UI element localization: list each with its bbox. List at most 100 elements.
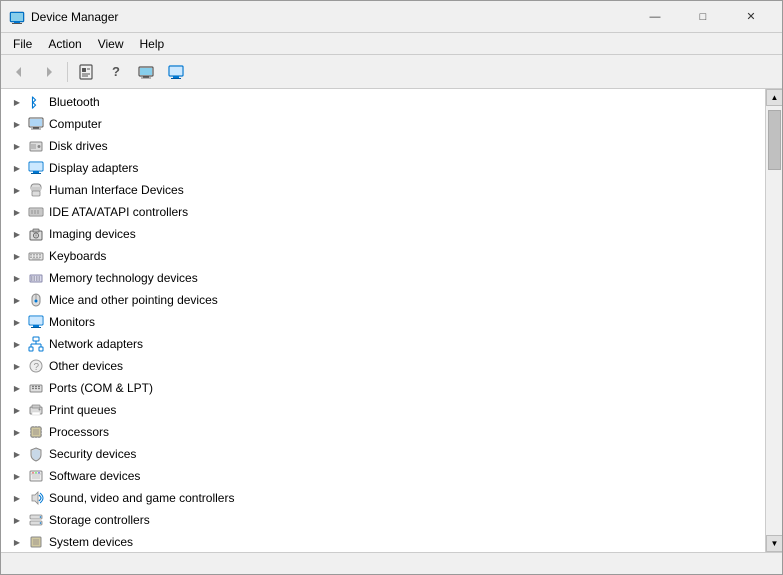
toggle-storage[interactable] bbox=[9, 512, 25, 528]
toggle-ports[interactable] bbox=[9, 380, 25, 396]
devmgr-icon bbox=[138, 64, 154, 80]
toggle-bluetooth[interactable] bbox=[9, 94, 25, 110]
ports-icon bbox=[27, 380, 45, 396]
security-icon bbox=[27, 446, 45, 462]
toggle-system[interactable] bbox=[9, 534, 25, 550]
toolbar: ? bbox=[1, 55, 782, 89]
toggle-network[interactable] bbox=[9, 336, 25, 352]
device-tree[interactable]: ᛒ Bluetooth Computer Disk drives bbox=[1, 89, 765, 552]
tree-item-keyboards[interactable]: Keyboards bbox=[1, 245, 765, 267]
tree-item-network[interactable]: Network adapters bbox=[1, 333, 765, 355]
other-label: Other devices bbox=[49, 359, 123, 373]
tree-item-hid[interactable]: Human Interface Devices bbox=[1, 179, 765, 201]
sound-label: Sound, video and game controllers bbox=[49, 491, 234, 505]
tree-item-sound[interactable]: Sound, video and game controllers bbox=[1, 487, 765, 509]
tree-item-computer[interactable]: Computer bbox=[1, 113, 765, 135]
toggle-display[interactable] bbox=[9, 160, 25, 176]
vertical-scrollbar[interactable]: ▲ ▼ bbox=[765, 89, 782, 552]
toggle-memory[interactable] bbox=[9, 270, 25, 286]
content-area: ᛒ Bluetooth Computer Disk drives bbox=[1, 89, 782, 552]
devmgr-button[interactable] bbox=[132, 59, 160, 85]
toggle-other[interactable] bbox=[9, 358, 25, 374]
security-label: Security devices bbox=[49, 447, 136, 461]
toggle-monitors[interactable] bbox=[9, 314, 25, 330]
tree-item-other[interactable]: ? Other devices bbox=[1, 355, 765, 377]
processors-label: Processors bbox=[49, 425, 109, 439]
toggle-disk[interactable] bbox=[9, 138, 25, 154]
minimize-button[interactable]: — bbox=[632, 4, 678, 30]
hid-label: Human Interface Devices bbox=[49, 183, 184, 197]
scroll-track[interactable] bbox=[766, 106, 782, 535]
help-button[interactable]: ? bbox=[102, 59, 130, 85]
tree-item-mice[interactable]: Mice and other pointing devices bbox=[1, 289, 765, 311]
tree-item-processors[interactable]: Processors bbox=[1, 421, 765, 443]
back-button[interactable] bbox=[5, 59, 33, 85]
scroll-up-button[interactable]: ▲ bbox=[766, 89, 782, 106]
software-icon bbox=[27, 468, 45, 484]
disk-icon bbox=[27, 138, 45, 154]
monitor-button[interactable] bbox=[162, 59, 190, 85]
properties-icon bbox=[78, 64, 94, 80]
toggle-security[interactable] bbox=[9, 446, 25, 462]
tree-item-bluetooth[interactable]: ᛒ Bluetooth bbox=[1, 91, 765, 113]
tree-item-imaging[interactable]: Imaging devices bbox=[1, 223, 765, 245]
toggle-software[interactable] bbox=[9, 468, 25, 484]
toggle-ide[interactable] bbox=[9, 204, 25, 220]
toggle-print[interactable] bbox=[9, 402, 25, 418]
menu-bar: File Action View Help bbox=[1, 33, 782, 55]
svg-text:?: ? bbox=[34, 362, 40, 373]
tree-item-memory[interactable]: Memory technology devices bbox=[1, 267, 765, 289]
forward-button[interactable] bbox=[35, 59, 63, 85]
toggle-mice[interactable] bbox=[9, 292, 25, 308]
menu-view[interactable]: View bbox=[90, 35, 132, 53]
bluetooth-icon: ᛒ bbox=[27, 94, 45, 110]
tree-item-ide[interactable]: IDE ATA/ATAPI controllers bbox=[1, 201, 765, 223]
tree-item-disk[interactable]: Disk drives bbox=[1, 135, 765, 157]
toggle-computer[interactable] bbox=[9, 116, 25, 132]
maximize-button[interactable]: □ bbox=[680, 4, 726, 30]
keyboard-icon bbox=[27, 248, 45, 264]
status-bar bbox=[1, 552, 782, 574]
system-icon bbox=[27, 534, 45, 550]
toggle-imaging[interactable] bbox=[9, 226, 25, 242]
toggle-hid[interactable] bbox=[9, 182, 25, 198]
device-manager-window: Device Manager — □ ✕ File Action View He… bbox=[0, 0, 783, 575]
scroll-down-button[interactable]: ▼ bbox=[766, 535, 782, 552]
hid-icon bbox=[27, 182, 45, 198]
toggle-sound[interactable] bbox=[9, 490, 25, 506]
window-controls: — □ ✕ bbox=[632, 4, 774, 30]
tree-item-system[interactable]: System devices bbox=[1, 531, 765, 552]
properties-button[interactable] bbox=[72, 59, 100, 85]
menu-action[interactable]: Action bbox=[40, 35, 89, 53]
tree-item-display[interactable]: Display adapters bbox=[1, 157, 765, 179]
close-button[interactable]: ✕ bbox=[728, 4, 774, 30]
scroll-thumb[interactable] bbox=[768, 110, 781, 170]
computer-icon bbox=[27, 116, 45, 132]
software-label: Software devices bbox=[49, 469, 140, 483]
menu-file[interactable]: File bbox=[5, 35, 40, 53]
memory-label: Memory technology devices bbox=[49, 271, 198, 285]
computer-label: Computer bbox=[49, 117, 102, 131]
ide-label: IDE ATA/ATAPI controllers bbox=[49, 205, 188, 219]
tree-item-monitors[interactable]: Monitors bbox=[1, 311, 765, 333]
print-icon bbox=[27, 402, 45, 418]
other-icon: ? bbox=[27, 358, 45, 374]
storage-label: Storage controllers bbox=[49, 513, 150, 527]
mouse-icon bbox=[27, 292, 45, 308]
tree-item-security[interactable]: Security devices bbox=[1, 443, 765, 465]
tree-item-print[interactable]: Print queues bbox=[1, 399, 765, 421]
tree-item-storage[interactable]: Storage controllers bbox=[1, 509, 765, 531]
tree-item-ports[interactable]: Ports (COM & LPT) bbox=[1, 377, 765, 399]
monitors-label: Monitors bbox=[49, 315, 95, 329]
toggle-keyboards[interactable] bbox=[9, 248, 25, 264]
forward-icon bbox=[42, 65, 56, 79]
monitor-icon2 bbox=[27, 314, 45, 330]
toggle-processors[interactable] bbox=[9, 424, 25, 440]
keyboards-label: Keyboards bbox=[49, 249, 106, 263]
menu-help[interactable]: Help bbox=[132, 35, 173, 53]
tree-item-software[interactable]: Software devices bbox=[1, 465, 765, 487]
memory-icon bbox=[27, 270, 45, 286]
network-icon bbox=[27, 336, 45, 352]
processor-icon bbox=[27, 424, 45, 440]
display-icon bbox=[27, 160, 45, 176]
